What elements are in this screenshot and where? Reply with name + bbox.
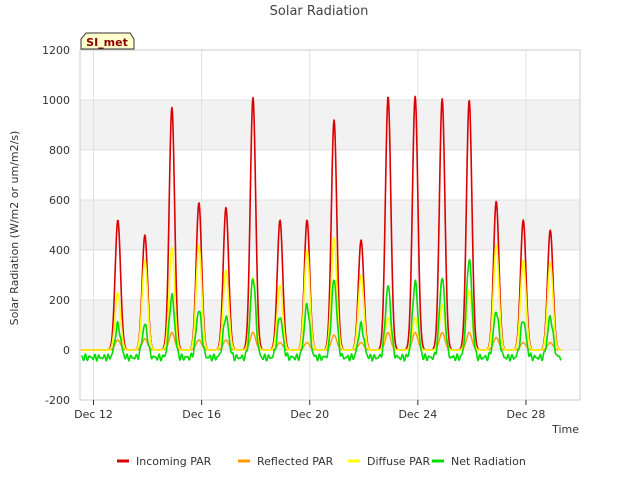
plot-band: [80, 50, 580, 100]
y-tick-label: 1000: [42, 94, 70, 107]
y-tick-label: 400: [49, 244, 70, 257]
y-tick-label: 1200: [42, 44, 70, 57]
y-tick-label: -200: [45, 394, 70, 407]
site-badge-label: SI_met: [86, 36, 128, 49]
y-axis-ticks: -200 0 200 400 600 800 1000 1200: [42, 44, 70, 407]
y-tick-label: 200: [49, 294, 70, 307]
y-tick-label: 800: [49, 144, 70, 157]
x-tick-label: Dec 16: [182, 408, 221, 421]
plot-band: [80, 100, 580, 150]
x-tick-label: Dec 28: [507, 408, 546, 421]
chart-title: Solar Radiation: [270, 4, 369, 19]
plot-background: [80, 50, 580, 400]
x-tick-label: Dec 20: [290, 408, 329, 421]
x-axis-ticks: Dec 12 Dec 16 Dec 20 Dec 24 Dec 28: [74, 400, 545, 421]
legend-label: Net Radiation: [451, 455, 526, 468]
legend-label: Reflected PAR: [257, 455, 334, 468]
legend-label: Diffuse PAR: [367, 455, 431, 468]
legend-label: Incoming PAR: [136, 455, 212, 468]
plot-band: [80, 150, 580, 200]
x-tick-label: Dec 24: [398, 408, 437, 421]
y-tick-label: 0: [63, 344, 70, 357]
x-tick-label: Dec 12: [74, 408, 113, 421]
y-tick-label: 600: [49, 194, 70, 207]
site-badge: SI_met: [80, 32, 135, 50]
solar-radiation-chart: -200020040060080010001200 Dec 12 Dec 16 De…: [8, 4, 581, 468]
legend: Incoming PAR Reflected PAR Diffuse PAR Net …: [117, 455, 526, 468]
x-axis-label: Time: [551, 423, 579, 436]
y-axis-label: Solar Radiation (W/m2 or um/m2/s): [8, 131, 21, 326]
